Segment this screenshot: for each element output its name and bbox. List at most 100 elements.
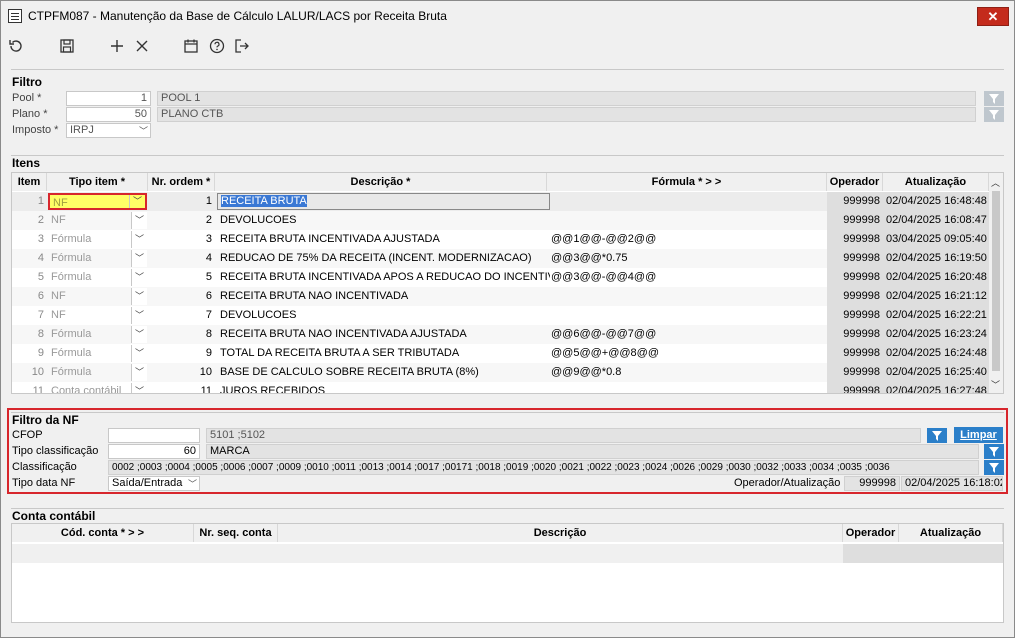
formula-cell[interactable]: @@1@@-@@2@@ bbox=[547, 230, 827, 249]
chevron-down-icon[interactable]: ﹀ bbox=[131, 212, 147, 229]
chevron-down-icon[interactable]: ﹀ bbox=[131, 383, 147, 393]
scroll-down-icon[interactable]: ﹀ bbox=[991, 378, 1000, 391]
pool-filter-button[interactable] bbox=[984, 91, 1004, 106]
tipo-data-nf-select[interactable]: Saída/Entrada ﹀ bbox=[108, 476, 200, 491]
formula-cell[interactable] bbox=[547, 306, 827, 325]
col-conta-descricao-header[interactable]: Descrição bbox=[278, 524, 843, 542]
scroll-up-icon[interactable]: ︿ bbox=[991, 176, 1000, 189]
descricao-cell[interactable]: RECEITA BRUTA bbox=[217, 193, 550, 210]
limpar-button[interactable]: Limpar bbox=[954, 427, 1003, 443]
table-row[interactable]: 11 Conta contábil ﹀ 11 JUROS RECEBIDOS 999998… bbox=[12, 382, 989, 393]
chevron-down-icon[interactable]: ﹀ bbox=[131, 250, 147, 267]
tipo-item-select[interactable]: NF ﹀ bbox=[48, 288, 147, 305]
descricao-cell[interactable]: REDUCAO DE 75% DA RECEITA (INCENT. MODER… bbox=[217, 249, 550, 268]
tipo-item-select[interactable]: Fórmula ﹀ bbox=[48, 269, 147, 286]
tipo-item-value: Fórmula bbox=[51, 271, 92, 283]
table-row[interactable]: 10 Fórmula ﹀ 10 BASE DE CALCULO SOBRE RECEIT… bbox=[12, 363, 989, 382]
chevron-down-icon[interactable]: ﹀ bbox=[131, 269, 147, 286]
table-row[interactable]: 4 Fórmula ﹀ 4 REDUCAO DE 75% DA RECEITA (INC… bbox=[12, 249, 989, 268]
delete-icon[interactable] bbox=[131, 35, 153, 57]
formula-cell[interactable] bbox=[547, 192, 827, 211]
descricao-cell[interactable]: RECEITA BRUTA INCENTIVADA AJUSTADA bbox=[217, 230, 550, 249]
add-icon[interactable] bbox=[106, 35, 128, 57]
tipo-item-select[interactable]: NF ﹀ bbox=[48, 212, 147, 229]
formula-cell[interactable]: @@3@@*0.75 bbox=[547, 249, 827, 268]
table-row[interactable]: 6 NF ﹀ 6 RECEITA BRUTA NAO INCENTIVADA 999998… bbox=[12, 287, 989, 306]
help-icon[interactable] bbox=[206, 35, 228, 57]
formula-cell[interactable]: @@9@@*0.8 bbox=[547, 363, 827, 382]
conta-empty-row[interactable] bbox=[12, 544, 843, 563]
descricao-cell[interactable]: RECEITA BRUTA NAO INCENTIVADA bbox=[217, 287, 550, 306]
tipo-item-select[interactable]: NF ﹀ bbox=[48, 307, 147, 324]
descricao-cell[interactable]: DEVOLUCOES bbox=[217, 306, 550, 325]
tipo-item-select[interactable]: Fórmula ﹀ bbox=[48, 250, 147, 267]
table-row[interactable]: 9 Fórmula ﹀ 9 TOTAL DA RECEITA BRUTA A SER T… bbox=[12, 344, 989, 363]
itens-scrollbar[interactable]: ︿ ﹀ bbox=[989, 173, 1003, 393]
chevron-down-icon[interactable]: ﹀ bbox=[131, 326, 147, 343]
tipo-item-select[interactable]: Fórmula ﹀ bbox=[48, 345, 147, 362]
tipo-classificacao-filter-button[interactable] bbox=[984, 444, 1004, 459]
table-row[interactable]: 2 NF ﹀ 2 DEVOLUCOES 999998 02/04/2025 16:08:47 bbox=[12, 211, 989, 230]
ordem-cell[interactable]: 3 bbox=[148, 230, 215, 249]
ordem-cell[interactable]: 5 bbox=[148, 268, 215, 287]
chevron-down-icon[interactable]: ﹀ bbox=[129, 195, 145, 208]
tipo-item-select[interactable]: Fórmula ﹀ bbox=[48, 364, 147, 381]
item-number-cell: 2 bbox=[37, 214, 44, 226]
tipo-item-select[interactable]: NF ﹀ bbox=[48, 193, 147, 210]
table-row[interactable]: 5 Fórmula ﹀ 5 RECEITA BRUTA INCENTIVADA APOS… bbox=[12, 268, 989, 287]
descricao-cell[interactable]: BASE DE CALCULO SOBRE RECEITA BRUTA (8%) bbox=[217, 363, 550, 382]
plano-input[interactable]: 50 bbox=[66, 107, 151, 122]
ordem-cell[interactable]: 11 bbox=[148, 382, 215, 393]
table-row[interactable]: 8 Fórmula ﹀ 8 RECEITA BRUTA NAO INCENTIVADA … bbox=[12, 325, 989, 344]
tipo-item-select[interactable]: Conta contábil ﹀ bbox=[48, 383, 147, 393]
ordem-cell[interactable]: 6 bbox=[148, 287, 215, 306]
ordem-cell[interactable]: 4 bbox=[148, 249, 215, 268]
exit-icon[interactable] bbox=[231, 35, 253, 57]
classificacao-input[interactable]: 0002 ;0003 ;0004 ;0005 ;0006 ;0007 ;0009… bbox=[108, 460, 979, 475]
calendar-icon[interactable] bbox=[180, 35, 202, 57]
col-conta-operador-header[interactable]: Operador bbox=[843, 524, 899, 542]
close-button[interactable]: ✕ bbox=[977, 7, 1009, 26]
pool-input[interactable]: 1 bbox=[66, 91, 151, 106]
scroll-thumb[interactable] bbox=[992, 191, 1000, 371]
ordem-cell[interactable]: 10 bbox=[148, 363, 215, 382]
chevron-down-icon[interactable]: ﹀ bbox=[131, 364, 147, 381]
descricao-cell[interactable]: DEVOLUCOES bbox=[217, 211, 550, 230]
filter-icon bbox=[989, 93, 999, 104]
formula-cell[interactable] bbox=[547, 211, 827, 230]
formula-cell[interactable]: @@5@@+@@8@@ bbox=[547, 344, 827, 363]
col-conta-atualizacao-header[interactable]: Atualização bbox=[899, 524, 1003, 542]
chevron-down-icon[interactable]: ﹀ bbox=[131, 288, 147, 305]
save-icon[interactable] bbox=[56, 35, 78, 57]
ordem-cell[interactable]: 9 bbox=[148, 344, 215, 363]
formula-cell[interactable] bbox=[547, 287, 827, 306]
classificacao-filter-button[interactable] bbox=[984, 460, 1004, 475]
table-row[interactable]: 7 NF ﹀ 7 DEVOLUCOES 999998 02/04/2025 16:22:21 bbox=[12, 306, 989, 325]
tipo-item-select[interactable]: Fórmula ﹀ bbox=[48, 326, 147, 343]
col-seq-conta-header[interactable]: Nr. seq. conta bbox=[194, 524, 278, 542]
ordem-cell[interactable]: 1 bbox=[148, 192, 215, 211]
chevron-down-icon[interactable]: ﹀ bbox=[131, 345, 147, 362]
table-row[interactable]: 3 Fórmula ﹀ 3 RECEITA BRUTA INCENTIVADA AJUS… bbox=[12, 230, 989, 249]
ordem-cell[interactable]: 8 bbox=[148, 325, 215, 344]
descricao-cell[interactable]: JUROS RECEBIDOS bbox=[217, 382, 550, 393]
descricao-cell[interactable]: TOTAL DA RECEITA BRUTA A SER TRIBUTADA bbox=[217, 344, 550, 363]
descricao-cell[interactable]: RECEITA BRUTA NAO INCENTIVADA AJUSTADA bbox=[217, 325, 550, 344]
chevron-down-icon[interactable]: ﹀ bbox=[131, 231, 147, 248]
undo-icon[interactable] bbox=[5, 35, 27, 57]
cfop-input[interactable] bbox=[108, 428, 200, 443]
ordem-cell[interactable]: 7 bbox=[148, 306, 215, 325]
tipo-item-select[interactable]: Fórmula ﹀ bbox=[48, 231, 147, 248]
descricao-cell[interactable]: RECEITA BRUTA INCENTIVADA APOS A REDUCAO… bbox=[217, 268, 550, 287]
imposto-select[interactable]: IRPJ ﹀ bbox=[66, 123, 151, 138]
formula-cell[interactable]: @@6@@-@@7@@ bbox=[547, 325, 827, 344]
col-cod-conta-header[interactable]: Cód. conta * > > bbox=[12, 524, 194, 542]
formula-cell[interactable] bbox=[547, 382, 827, 393]
tipo-classificacao-input[interactable]: 60 bbox=[108, 444, 200, 459]
table-row[interactable]: 1 NF ﹀ 1 RECEITA BRUTA 999998 02/04/2025 16:48… bbox=[12, 192, 989, 211]
formula-cell[interactable]: @@3@@-@@4@@ bbox=[547, 268, 827, 287]
chevron-down-icon[interactable]: ﹀ bbox=[131, 307, 147, 324]
plano-filter-button[interactable] bbox=[984, 107, 1004, 122]
cfop-filter-button[interactable] bbox=[927, 428, 947, 443]
ordem-cell[interactable]: 2 bbox=[148, 211, 215, 230]
